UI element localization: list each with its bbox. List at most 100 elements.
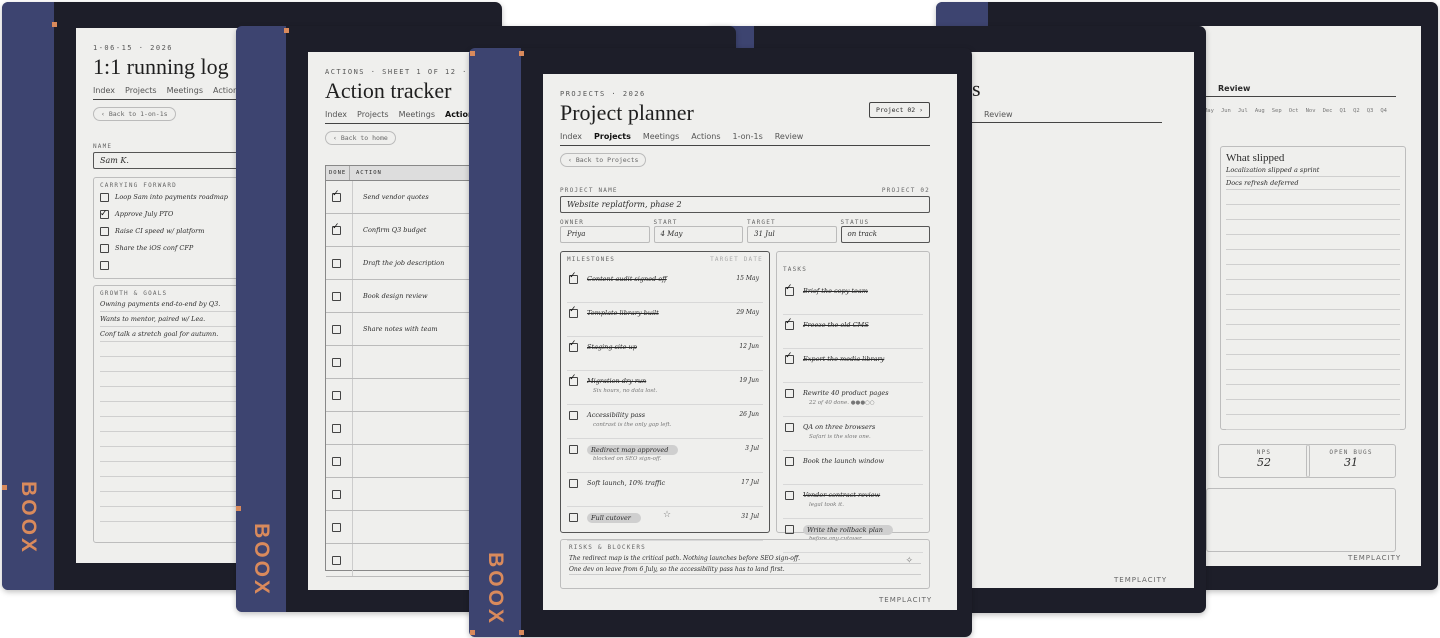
task-row: Rewrite 40 product pages 22 of 40 done. ●… xyxy=(783,383,923,417)
table-row: Book design review xyxy=(326,280,476,313)
checkbox[interactable] xyxy=(569,305,578,318)
milestone-date: 12 Jun xyxy=(739,343,759,350)
ruled-line xyxy=(1226,295,1400,310)
tab-meetings[interactable]: Meetings xyxy=(167,86,203,95)
notes-card xyxy=(1206,488,1396,552)
checkbox[interactable] xyxy=(332,189,341,202)
carry-list: Loop Sam into payments roadmap Approve Ju… xyxy=(100,189,250,274)
checkbox[interactable] xyxy=(100,206,109,223)
milestone-row: Soft launch, 10% traffic 17 Jul xyxy=(567,473,763,507)
project-number: PROJECT 02 xyxy=(881,187,930,194)
checkbox[interactable] xyxy=(569,339,578,352)
carry-item-text: Approve July PTO xyxy=(115,210,174,218)
risks-card: RISKS & BLOCKERS The redirect map is the… xyxy=(560,539,930,589)
tab-actions[interactable]: Actions xyxy=(691,132,720,141)
tab-review[interactable]: Review xyxy=(1218,84,1250,93)
growth-item: Wants to mentor, paired w/ Lea. xyxy=(100,312,250,327)
back-button[interactable]: ‹ Back to Projects xyxy=(560,153,647,167)
checkbox[interactable] xyxy=(785,423,794,432)
checkbox[interactable] xyxy=(332,324,341,334)
ruled-line xyxy=(1226,220,1400,235)
task-text: Vendor contract review xyxy=(803,491,881,499)
checkbox[interactable] xyxy=(100,260,109,270)
ruled-line xyxy=(100,447,250,462)
table-row xyxy=(326,346,476,379)
tab-index[interactable]: Index xyxy=(560,132,582,141)
checkbox[interactable] xyxy=(785,351,794,364)
tab-index[interactable]: Index xyxy=(325,110,347,119)
status-label: STATUS xyxy=(840,219,870,226)
month-label: Oct xyxy=(1288,108,1299,114)
checkbox[interactable] xyxy=(332,222,341,235)
checkbox[interactable] xyxy=(332,489,341,499)
start-label: START xyxy=(653,219,678,226)
owner-field[interactable]: Priya xyxy=(560,226,650,243)
device-spine: BOOX xyxy=(469,48,521,637)
checkbox[interactable] xyxy=(569,513,578,522)
project-switch-button[interactable]: Project 02 › xyxy=(869,102,930,118)
checkbox[interactable] xyxy=(785,457,794,466)
target-field[interactable]: 31 Jul xyxy=(747,226,837,243)
checkbox[interactable] xyxy=(785,389,794,398)
ruled-line xyxy=(100,387,250,402)
status-field[interactable]: on track xyxy=(840,226,930,243)
checkbox[interactable] xyxy=(785,317,794,330)
tab-review[interactable]: Review xyxy=(984,110,1013,119)
checkbox[interactable] xyxy=(785,491,794,500)
milestone-date: 15 May xyxy=(736,275,759,282)
month-label: Aug xyxy=(1254,108,1265,114)
checkbox[interactable] xyxy=(332,423,341,433)
name-field[interactable]: Sam K. xyxy=(93,152,241,169)
checkbox[interactable] xyxy=(100,243,109,253)
checkbox[interactable] xyxy=(332,291,341,301)
task-row: Brief the copy team xyxy=(783,281,923,315)
action-text: Send vendor quotes xyxy=(363,193,429,201)
table-row xyxy=(326,511,476,544)
checkbox[interactable] xyxy=(100,226,109,236)
ruled-line xyxy=(1226,280,1400,295)
checkbox[interactable] xyxy=(332,390,341,400)
checkbox[interactable] xyxy=(332,555,341,565)
action-text: Book design review xyxy=(363,292,428,300)
checkbox[interactable] xyxy=(332,357,341,367)
table-row: Send vendor quotes xyxy=(326,181,476,214)
checkbox[interactable] xyxy=(569,411,578,420)
ruled-line xyxy=(100,417,250,432)
task-row: Export the media library xyxy=(783,349,923,383)
checkbox[interactable] xyxy=(100,192,109,202)
task-note: Safari is the slow one. xyxy=(809,434,871,440)
milestones-label: MILESTONES xyxy=(567,256,616,263)
checkbox[interactable] xyxy=(785,525,794,534)
checkbox[interactable] xyxy=(785,283,794,296)
page-title-tail: s xyxy=(972,76,981,101)
table-row: Share notes with team xyxy=(326,313,476,346)
checkbox[interactable] xyxy=(569,271,578,284)
tab-meetings[interactable]: Meetings xyxy=(399,110,435,119)
ruled-line xyxy=(1226,310,1400,325)
tab-review[interactable]: Review xyxy=(775,132,804,141)
checkbox[interactable] xyxy=(332,456,341,466)
back-button[interactable]: ‹ Back to 1-on-1s xyxy=(93,107,176,121)
project-name-field[interactable]: Website replatform, phase 2 xyxy=(560,196,930,213)
bugs-card: OPEN BUGS 31 xyxy=(1306,444,1396,478)
tab-projects[interactable]: Projects xyxy=(125,86,157,95)
checkbox[interactable] xyxy=(569,373,578,386)
device-spine: BOOX xyxy=(2,2,54,590)
checkbox[interactable] xyxy=(569,445,578,454)
action-rows: Send vendor quotes Confirm Q3 budget Draft… xyxy=(326,181,476,577)
tab-meetings[interactable]: Meetings xyxy=(643,132,679,141)
tab-projects[interactable]: Projects xyxy=(594,132,631,141)
checkbox[interactable] xyxy=(332,258,341,268)
ruled-line xyxy=(1226,250,1400,265)
start-field[interactable]: 4 May xyxy=(653,226,743,243)
templacity-logo: TEMPLACITY xyxy=(1348,554,1402,562)
checkbox[interactable] xyxy=(569,479,578,488)
tab-index[interactable]: Index xyxy=(93,86,115,95)
back-button[interactable]: ‹ Back to home xyxy=(325,131,396,145)
task-text: QA on three browsers xyxy=(803,423,876,431)
tab-one-on-ones[interactable]: 1-on-1s xyxy=(733,132,763,141)
checkbox[interactable] xyxy=(332,522,341,532)
milestone-note: blocked on SEO sign-off. xyxy=(593,456,662,462)
tab-projects[interactable]: Projects xyxy=(357,110,389,119)
milestone-text: Content audit signed off xyxy=(587,275,667,283)
